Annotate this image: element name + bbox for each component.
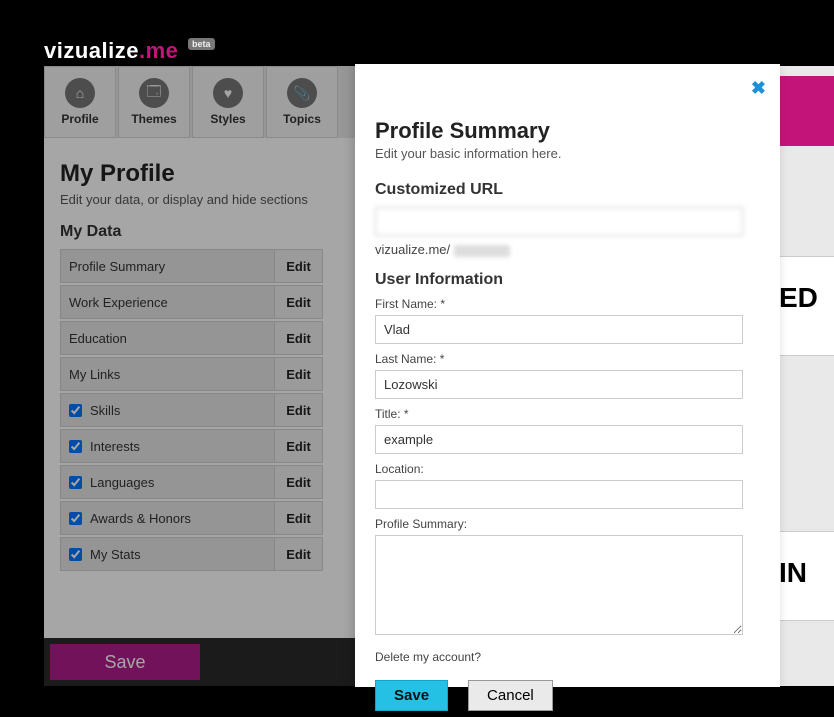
row-checkbox[interactable] (69, 440, 82, 453)
last-name-label: Last Name: * (375, 352, 760, 366)
edit-button[interactable]: Edit (275, 537, 323, 571)
edit-button[interactable]: Edit (275, 285, 323, 319)
background-pink-block (779, 76, 834, 146)
nav-tab-topics[interactable]: 📎 Topics (266, 66, 338, 138)
beta-badge: beta (188, 38, 215, 50)
data-row-label-cell: Languages (60, 465, 275, 499)
custom-url-input[interactable] (375, 207, 743, 236)
modal-save-button[interactable]: Save (375, 680, 448, 711)
nav-label: Themes (131, 112, 176, 126)
title-label: Title: * (375, 407, 760, 421)
modal-actions: Save Cancel (375, 680, 760, 711)
edit-button[interactable]: Edit (275, 357, 323, 391)
data-row-label-cell: Profile Summary (60, 249, 275, 283)
data-row-label-cell: My Links (60, 357, 275, 391)
url-preview: vizualize.me/ (375, 242, 760, 257)
location-input[interactable] (375, 480, 743, 509)
heart-icon: ♥ (213, 78, 243, 108)
nav-label: Styles (210, 112, 245, 126)
data-row-label-cell: Awards & Honors (60, 501, 275, 535)
data-row: Languages Edit (60, 465, 323, 499)
home-icon: ⌂ (65, 78, 95, 108)
row-label: Interests (90, 439, 140, 454)
row-label: Awards & Honors (90, 511, 191, 526)
background-text-1: ED (779, 256, 834, 356)
background-content: ED IN (779, 66, 834, 686)
brand-logo: vizualize.me beta (44, 38, 215, 64)
last-name-input[interactable] (375, 370, 743, 399)
edit-button[interactable]: Edit (275, 321, 323, 355)
data-row: My Stats Edit (60, 537, 323, 571)
row-label: My Links (69, 367, 120, 382)
first-name-input[interactable] (375, 315, 743, 344)
brand-part2: .me (139, 38, 178, 63)
data-row: Profile Summary Edit (60, 249, 323, 283)
location-label: Location: (375, 462, 760, 476)
info-section-title: User Information (375, 271, 760, 289)
nav-tab-profile[interactable]: ⌂ Profile (44, 66, 116, 138)
data-row-label-cell: Interests (60, 429, 275, 463)
row-checkbox[interactable] (69, 512, 82, 525)
background-text-2: IN (779, 531, 834, 621)
edit-button[interactable]: Edit (275, 501, 323, 535)
nav-label: Profile (61, 112, 98, 126)
row-label: My Stats (90, 547, 141, 562)
url-slug-redacted (454, 245, 510, 257)
edit-button[interactable]: Edit (275, 465, 323, 499)
data-row: Interests Edit (60, 429, 323, 463)
url-prefix: vizualize.me/ (375, 242, 454, 257)
brand-part1: vizualize (44, 38, 139, 63)
nav-tab-styles[interactable]: ♥ Styles (192, 66, 264, 138)
data-row-label-cell: Work Experience (60, 285, 275, 319)
nav-tab-themes[interactable]: 🗔 Themes (118, 66, 190, 138)
modal-title: Profile Summary (375, 118, 760, 144)
edit-button[interactable]: Edit (275, 249, 323, 283)
clip-icon: 📎 (287, 78, 317, 108)
row-checkbox[interactable] (69, 548, 82, 561)
row-checkbox[interactable] (69, 404, 82, 417)
row-label: Education (69, 331, 127, 346)
delete-account-link[interactable]: Delete my account? (375, 650, 760, 664)
row-label: Work Experience (69, 295, 168, 310)
data-row: Skills Edit (60, 393, 323, 427)
data-row-label-cell: Education (60, 321, 275, 355)
row-label: Skills (90, 403, 120, 418)
summary-label: Profile Summary: (375, 517, 760, 531)
modal-subtitle: Edit your basic information here. (375, 146, 760, 161)
modal-cancel-button[interactable]: Cancel (468, 680, 553, 711)
row-label: Languages (90, 475, 154, 490)
close-icon[interactable]: ✖ (751, 78, 766, 99)
edit-button[interactable]: Edit (275, 429, 323, 463)
title-input[interactable] (375, 425, 743, 454)
data-row: Education Edit (60, 321, 323, 355)
briefcase-icon: 🗔 (139, 78, 169, 108)
url-section-title: Customized URL (375, 181, 760, 199)
row-checkbox[interactable] (69, 476, 82, 489)
row-label: Profile Summary (69, 259, 165, 274)
edit-button[interactable]: Edit (275, 393, 323, 427)
data-row-label-cell: Skills (60, 393, 275, 427)
data-row: Awards & Honors Edit (60, 501, 323, 535)
data-row: Work Experience Edit (60, 285, 323, 319)
profile-summary-modal: ✖ Profile Summary Edit your basic inform… (355, 64, 780, 687)
panel-save-button[interactable]: Save (50, 644, 200, 680)
nav-label: Topics (283, 112, 321, 126)
data-row-label-cell: My Stats (60, 537, 275, 571)
data-row: My Links Edit (60, 357, 323, 391)
first-name-label: First Name: * (375, 297, 760, 311)
summary-textarea[interactable] (375, 535, 743, 635)
